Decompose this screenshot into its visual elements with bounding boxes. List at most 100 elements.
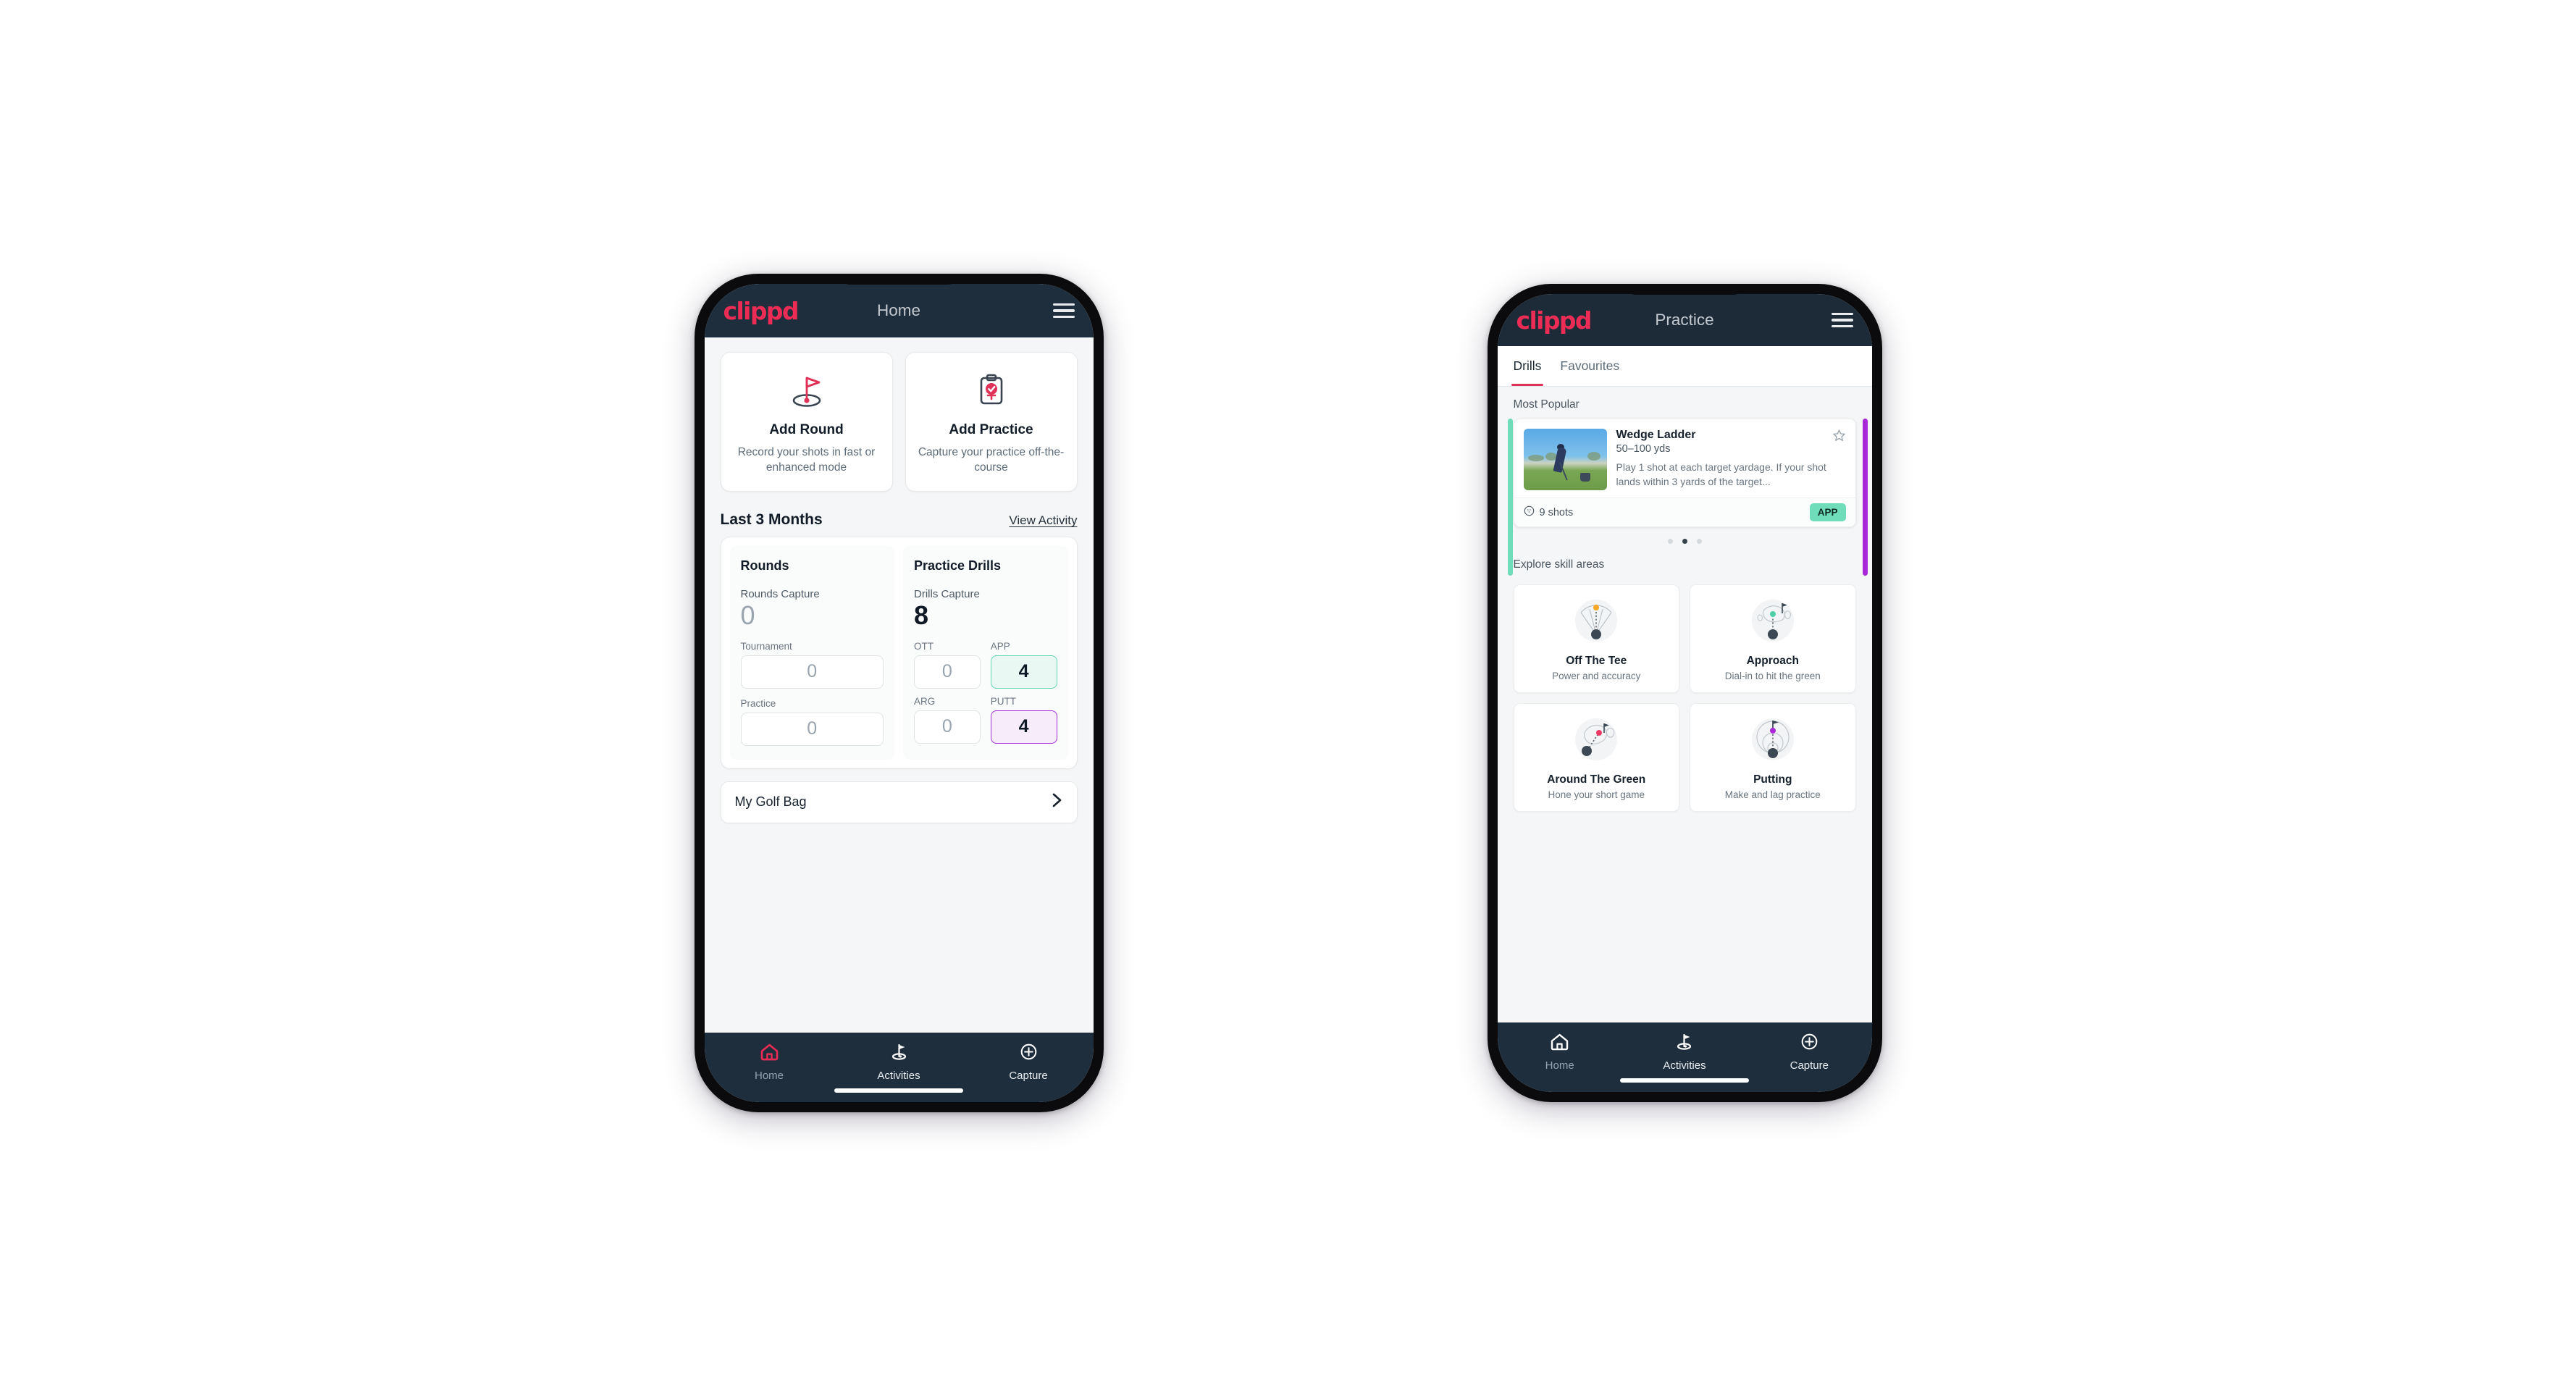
drills-capture-label: Drills Capture bbox=[914, 588, 980, 601]
ott-stat: OTT 0 bbox=[914, 641, 981, 689]
nav-label-activities: Activities bbox=[877, 1070, 920, 1082]
screenshot-stage: clippd Home Add Round Record your shots … bbox=[0, 0, 2576, 1386]
bottom-nav: Home Activities Capture bbox=[1497, 1022, 1872, 1092]
quick-actions-row: Add Round Record your shots in fast or e… bbox=[705, 337, 1094, 492]
my-golf-bag-row[interactable]: My Golf Bag bbox=[720, 781, 1078, 823]
clipboard-check-icon bbox=[915, 370, 1068, 411]
skill-desc: Hone your short game bbox=[1548, 789, 1645, 800]
app-label: APP bbox=[990, 640, 1010, 652]
golf-flag-hole-icon bbox=[1674, 1033, 1694, 1054]
nav-label-home: Home bbox=[1545, 1059, 1574, 1072]
add-practice-title: Add Practice bbox=[949, 422, 1033, 437]
skill-name: Off The Tee bbox=[1566, 655, 1627, 667]
ott-label: OTT bbox=[914, 640, 934, 652]
drills-panel-title: Practice Drills bbox=[914, 558, 1002, 574]
drill-yardage: 50–100 yds bbox=[1616, 443, 1671, 455]
home-icon bbox=[1550, 1033, 1569, 1054]
plus-circle-icon bbox=[1019, 1043, 1039, 1064]
skill-card-approach[interactable]: Approach Dial-in to hit the green bbox=[1690, 584, 1856, 693]
putt-stat: PUTT 4 bbox=[990, 696, 1057, 744]
nav-item-activities[interactable]: Activities bbox=[834, 1043, 964, 1082]
rounds-capture-label: Rounds Capture bbox=[740, 588, 820, 601]
nav-label-activities: Activities bbox=[1663, 1059, 1706, 1072]
most-popular-label: Most Popular bbox=[1513, 398, 1579, 411]
hamburger-menu-icon[interactable] bbox=[1052, 303, 1075, 319]
tab-favourites[interactable]: Favourites bbox=[1560, 346, 1619, 386]
green-approach-icon bbox=[1696, 595, 1850, 649]
stats-card: Rounds Rounds Capture 0 Tournament 0 Pra… bbox=[720, 537, 1078, 769]
arg-value[interactable]: 0 bbox=[914, 710, 981, 744]
carousel-dot-2[interactable] bbox=[1682, 539, 1687, 544]
carousel-prev-card-strip[interactable] bbox=[1507, 419, 1513, 576]
drill-skill-badge: APP bbox=[1809, 503, 1846, 521]
skill-name: Putting bbox=[1753, 773, 1792, 786]
drill-shots-label: 9 shots bbox=[1539, 506, 1574, 518]
clippd-logo[interactable]: clippd bbox=[1516, 306, 1593, 335]
chip-green-icon bbox=[1520, 714, 1674, 768]
hamburger-menu-icon[interactable] bbox=[1831, 312, 1853, 328]
tournament-value[interactable]: 0 bbox=[740, 655, 884, 689]
explore-skill-areas-label: Explore skill areas bbox=[1513, 558, 1605, 571]
practice-tabs: Drills Favourites bbox=[1497, 346, 1872, 387]
nav-item-home[interactable]: Home bbox=[1498, 1033, 1622, 1072]
practice-label: Practice bbox=[740, 697, 776, 709]
skill-card-putting[interactable]: Putting Make and lag practice bbox=[1690, 703, 1856, 812]
app-stat: APP 4 bbox=[990, 640, 1057, 689]
practice-scroll-body: Most Popular Wedge Ladder 50–100 yds Pla… bbox=[1497, 387, 1872, 1022]
skill-stats-grid: OTT 0 APP 4 ARG 0 PUTT 4 bbox=[914, 641, 1057, 744]
putt-value[interactable]: 4 bbox=[990, 710, 1057, 744]
arg-label: ARG bbox=[914, 695, 936, 707]
nav-item-capture[interactable]: Capture bbox=[1747, 1033, 1871, 1072]
add-round-title: Add Round bbox=[769, 422, 844, 437]
drill-card-wedge-ladder[interactable]: Wedge Ladder 50–100 yds Play 1 shot at e… bbox=[1513, 419, 1856, 527]
golf-flag-icon bbox=[730, 370, 884, 411]
drills-capture-value: 8 bbox=[914, 600, 929, 631]
drill-description: Play 1 shot at each target yardage. If y… bbox=[1616, 461, 1826, 487]
my-golf-bag-label: My Golf Bag bbox=[734, 794, 807, 810]
add-practice-card[interactable]: Add Practice Capture your practice off-t… bbox=[905, 352, 1078, 492]
view-activity-link[interactable]: View Activity bbox=[1009, 513, 1077, 528]
nav-item-home[interactable]: Home bbox=[705, 1043, 834, 1082]
tournament-field-wrap: Tournament 0 bbox=[740, 640, 884, 689]
phone-notch bbox=[1627, 285, 1742, 295]
app-header: clippd Home bbox=[704, 284, 1094, 337]
skill-name: Approach bbox=[1746, 655, 1799, 667]
add-practice-desc: Capture your practice off-the-course bbox=[918, 446, 1065, 474]
drill-thumbnail bbox=[1523, 429, 1607, 490]
skill-areas-grid: Off The Tee Power and accuracy Approach … bbox=[1498, 579, 1872, 812]
drill-title: Wedge Ladder bbox=[1616, 429, 1696, 441]
phone-practice: clippd Practice Drills Favourites Most P… bbox=[1487, 284, 1882, 1102]
golf-ball-icon bbox=[1524, 505, 1535, 519]
add-round-card[interactable]: Add Round Record your shots in fast or e… bbox=[720, 352, 893, 492]
practice-drills-panel: Practice Drills Drills Capture 8 OTT 0 A… bbox=[903, 546, 1068, 760]
nav-label-capture: Capture bbox=[1009, 1070, 1048, 1082]
rounds-panel: Rounds Rounds Capture 0 Tournament 0 Pra… bbox=[729, 546, 894, 760]
tab-drills[interactable]: Drills bbox=[1511, 346, 1544, 387]
drill-carousel[interactable]: Wedge Ladder 50–100 yds Play 1 shot at e… bbox=[1498, 419, 1872, 576]
carousel-dot-1[interactable] bbox=[1667, 539, 1673, 544]
section-title: Last 3 Months bbox=[720, 511, 823, 529]
tee-fan-icon bbox=[1520, 595, 1674, 649]
clippd-logo[interactable]: clippd bbox=[723, 297, 800, 325]
ott-value[interactable]: 0 bbox=[914, 655, 981, 689]
rounds-panel-title: Rounds bbox=[740, 558, 789, 574]
nav-item-activities[interactable]: Activities bbox=[1622, 1033, 1747, 1072]
carousel-next-card-strip[interactable] bbox=[1862, 419, 1868, 576]
carousel-dot-3[interactable] bbox=[1696, 539, 1702, 544]
home-scroll-body: Add Round Record your shots in fast or e… bbox=[704, 337, 1094, 1033]
skill-card-off-the-tee[interactable]: Off The Tee Power and accuracy bbox=[1513, 584, 1679, 693]
practice-value[interactable]: 0 bbox=[740, 712, 884, 746]
skill-desc: Power and accuracy bbox=[1552, 671, 1641, 681]
skill-desc: Make and lag practice bbox=[1724, 789, 1821, 800]
bottom-nav: Home Activities Capture bbox=[704, 1033, 1094, 1102]
plus-circle-icon bbox=[1800, 1033, 1819, 1054]
app-value[interactable]: 4 bbox=[990, 655, 1057, 689]
skill-card-around-the-green[interactable]: Around The Green Hone your short game bbox=[1513, 703, 1679, 812]
nav-label-home: Home bbox=[754, 1070, 784, 1082]
tournament-label: Tournament bbox=[740, 640, 792, 652]
nav-item-capture[interactable]: Capture bbox=[964, 1043, 1094, 1082]
practice-field-wrap: Practice 0 bbox=[740, 697, 884, 746]
carousel-dots bbox=[1514, 527, 1856, 547]
putting-rings-icon bbox=[1696, 714, 1850, 768]
star-outline-icon[interactable] bbox=[1832, 429, 1846, 446]
